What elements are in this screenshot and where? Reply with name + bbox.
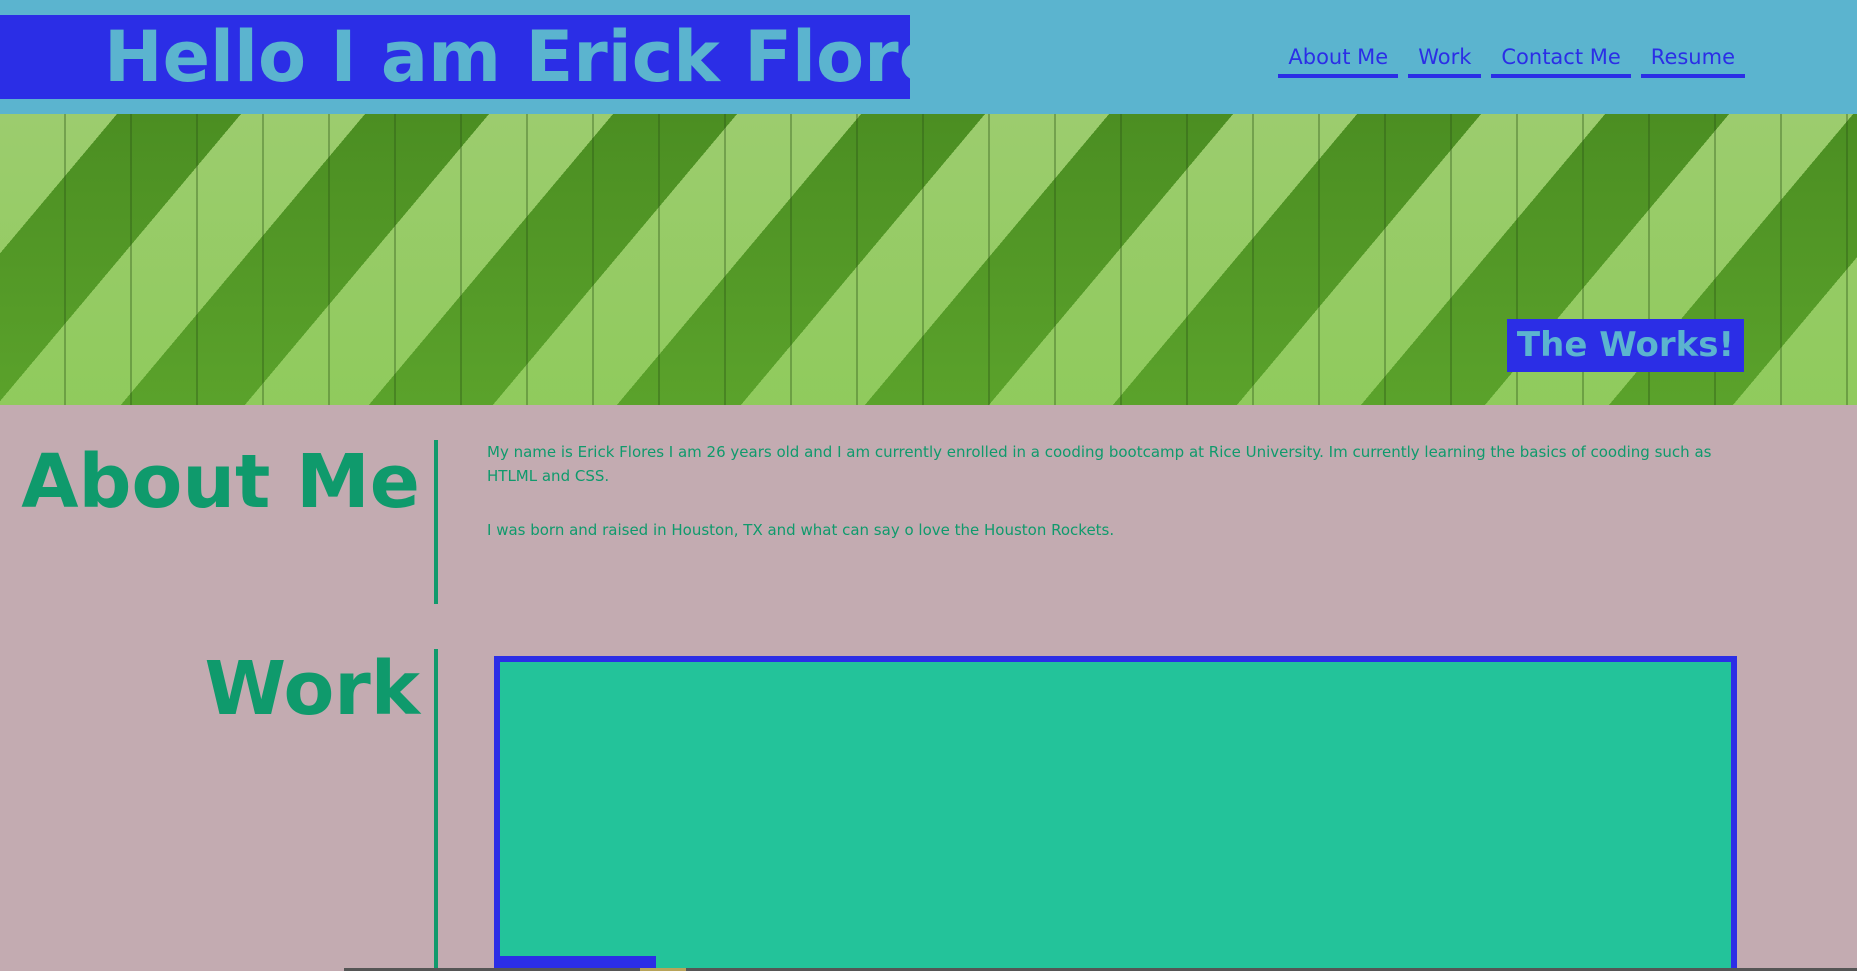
nav-link-work[interactable]: Work — [1408, 40, 1482, 78]
work-heading: Work — [204, 646, 420, 732]
site-header: Hello I am Erick Flores About Me Work Co… — [0, 0, 1857, 114]
hero-banner: The Works! — [0, 114, 1857, 405]
nav-link-about-me[interactable]: About Me — [1278, 40, 1399, 78]
about-divider — [434, 440, 438, 604]
about-heading: About Me — [21, 439, 420, 525]
about-text: My name is Erick Flores I am 26 years ol… — [487, 440, 1737, 542]
work-divider — [434, 649, 438, 971]
work-project-card[interactable] — [494, 656, 1737, 971]
about-paragraph: I was born and raised in Houston, TX and… — [487, 521, 1115, 539]
hero-tagline: The Works! — [1506, 319, 1744, 372]
nav-link-resume[interactable]: Resume — [1640, 40, 1745, 78]
about-paragraph: My name is Erick Flores I am 26 years ol… — [487, 443, 1712, 485]
main-nav: About Me Work Contact Me Resume — [1278, 40, 1745, 78]
site-title: Hello I am Erick Flores — [0, 15, 910, 99]
nav-link-contact-me[interactable]: Contact Me — [1491, 40, 1631, 78]
